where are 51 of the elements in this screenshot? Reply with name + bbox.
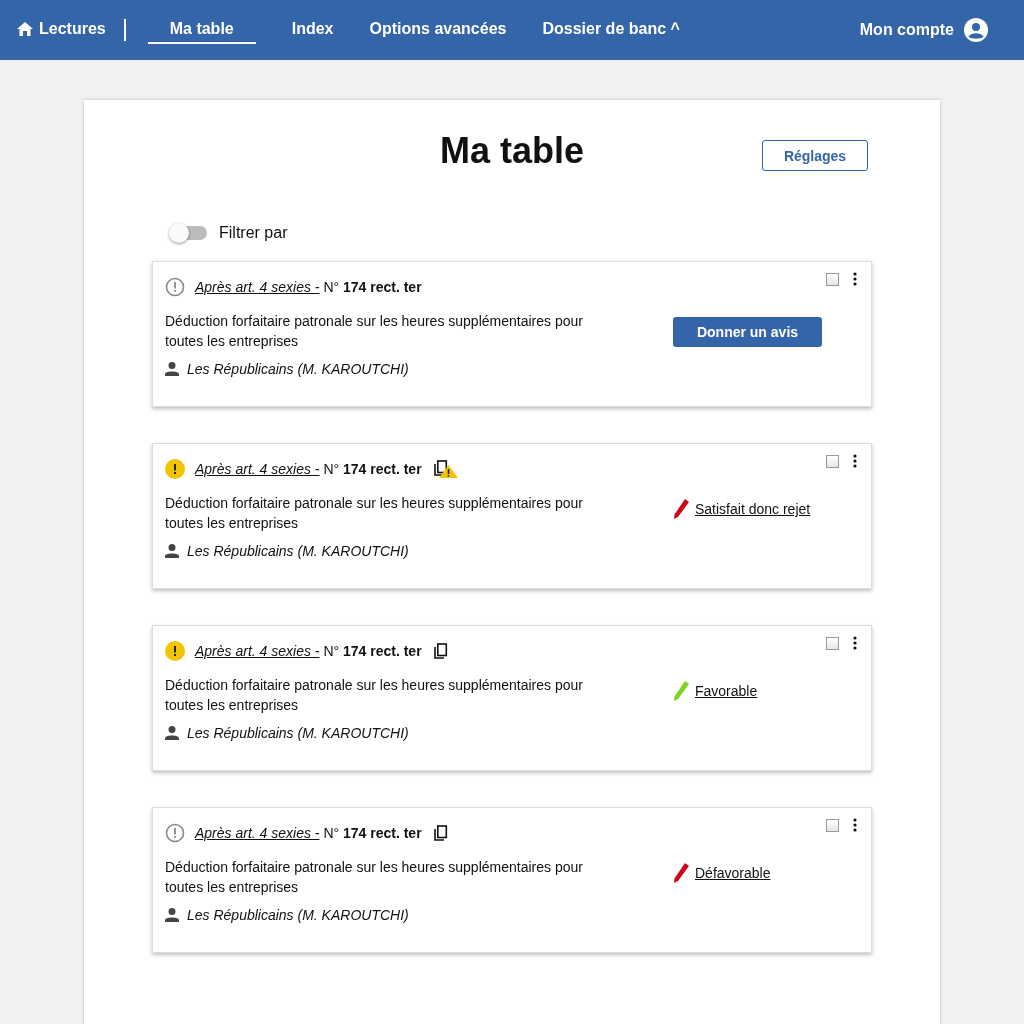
give-opinion-button[interactable]: Donner un avis	[673, 317, 822, 347]
warning-circle-icon	[165, 641, 185, 661]
article-link[interactable]: Après art. 4 sexies -	[195, 643, 320, 659]
nav-tab[interactable]: Dossier de banc ^	[542, 16, 680, 44]
more-options-icon[interactable]	[853, 272, 857, 286]
select-checkbox[interactable]	[826, 272, 839, 286]
copy-icon	[431, 825, 448, 841]
amendment-reference: Après art. 4 sexies - N° 174 rect. ter	[195, 461, 422, 477]
home-link[interactable]: Lectures	[17, 16, 106, 44]
opinion-link[interactable]: Favorable	[695, 683, 758, 699]
opinion-link[interactable]: Défavorable	[695, 865, 771, 881]
article-link[interactable]: Après art. 4 sexies -	[195, 279, 320, 295]
filter-label: Filtrer par	[219, 224, 288, 242]
filter-toggle[interactable]	[171, 226, 207, 240]
info-circle-icon	[165, 823, 185, 843]
account-link[interactable]: Mon compte	[859, 18, 988, 42]
select-checkbox[interactable]	[826, 454, 839, 468]
nav-tab[interactable]: Index	[291, 16, 334, 44]
article-link[interactable]: Après art. 4 sexies -	[195, 461, 320, 477]
select-checkbox[interactable]	[826, 818, 839, 832]
more-options-icon[interactable]	[853, 454, 857, 468]
amendment-reference: Après art. 4 sexies - N° 174 rect. ter	[195, 825, 422, 841]
person-icon	[165, 726, 179, 740]
amendment-summary: Déduction forfaitaire patronale sur les heures supplémentaires pour toutes les entreprises	[165, 676, 584, 715]
author-name: Les Républicains (M. KAROUTCHI)	[187, 361, 409, 377]
amendment-summary: Déduction forfaitaire patronale sur les heures supplémentaires pour toutes les entreprises	[165, 494, 584, 533]
more-options-icon[interactable]	[853, 818, 857, 832]
person-icon	[165, 544, 179, 558]
info-circle-icon	[165, 277, 185, 297]
select-checkbox[interactable]	[826, 636, 839, 650]
author-name: Les Républicains (M. KAROUTCHI)	[187, 725, 409, 741]
author-name: Les Républicains (M. KAROUTCHI)	[187, 543, 409, 559]
article-link[interactable]: Après art. 4 sexies -	[195, 825, 320, 841]
more-options-icon[interactable]	[853, 636, 857, 650]
page-title: Ma table	[439, 130, 584, 172]
author-name: Les Républicains (M. KAROUTCHI)	[187, 907, 409, 923]
nav-tab[interactable]: Ma table	[147, 16, 256, 44]
amendment-reference: Après art. 4 sexies - N° 174 rect. ter	[195, 643, 422, 659]
amendment-summary: Déduction forfaitaire patronale sur les heures supplémentaires pour toutes les entreprises	[165, 312, 584, 351]
nav-tab[interactable]: Options avancées	[369, 16, 507, 44]
settings-button[interactable]: Réglages	[762, 140, 868, 171]
home-icon	[17, 22, 33, 36]
warning-circle-icon	[165, 459, 185, 479]
amendment-reference: Après art. 4 sexies - N° 174 rect. ter	[195, 279, 422, 295]
person-icon	[165, 362, 179, 376]
copy-icon	[431, 643, 448, 659]
copy-warning-icon	[431, 460, 458, 478]
user-icon	[964, 18, 988, 42]
opinion-link[interactable]: Satisfait donc rejet	[695, 501, 811, 517]
person-icon	[165, 908, 179, 922]
amendment-summary: Déduction forfaitaire patronale sur les heures supplémentaires pour toutes les entreprises	[165, 858, 584, 897]
